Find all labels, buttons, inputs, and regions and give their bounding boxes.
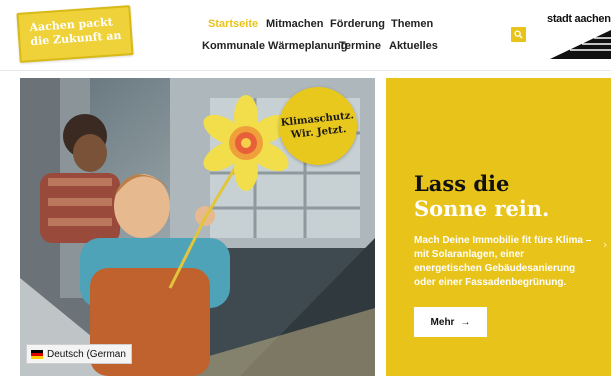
german-flag-icon xyxy=(31,349,43,359)
nav-item-themen[interactable]: Themen xyxy=(391,18,433,30)
chevron-right-icon[interactable]: › xyxy=(603,238,607,251)
teaser-headline-1: Lass die xyxy=(414,171,510,196)
nav-item-startseite[interactable]: Startseite xyxy=(208,18,258,30)
nav-item-termine[interactable]: Termine xyxy=(339,40,381,52)
city-logo-text: stadt aachen xyxy=(547,13,611,25)
hero-teaser-panel: Lass die Sonne rein. Mach Deine Immobili… xyxy=(386,78,611,376)
nav-item-waermeplanung[interactable]: Kommunale Wärmeplanung xyxy=(202,40,347,52)
teaser-headline-2: Sonne rein. xyxy=(414,196,550,221)
more-button[interactable]: Mehr → xyxy=(414,307,487,337)
nav-item-aktuelles[interactable]: Aktuelles xyxy=(389,40,438,52)
aachen-packt-logo[interactable]: Aachen packt die Zukunft an xyxy=(16,5,134,63)
city-logo-mark xyxy=(550,30,611,59)
stadt-aachen-logo[interactable]: stadt aachen xyxy=(544,8,611,60)
nav-item-foerderung[interactable]: Förderung xyxy=(330,18,385,30)
site-header: Aachen packt die Zukunft an Startseite M… xyxy=(0,0,611,71)
search-button[interactable] xyxy=(511,27,526,42)
nav-item-mitmachen[interactable]: Mitmachen xyxy=(266,18,323,30)
arrow-right-icon: → xyxy=(460,316,471,328)
search-icon xyxy=(514,30,523,39)
teaser-body: Mach Deine Immobilie fit fürs Klima – mi… xyxy=(414,235,592,288)
language-selector[interactable]: Deutsch (German xyxy=(26,344,132,364)
more-button-label: Mehr xyxy=(430,316,455,328)
language-label: Deutsch (German xyxy=(47,348,126,360)
